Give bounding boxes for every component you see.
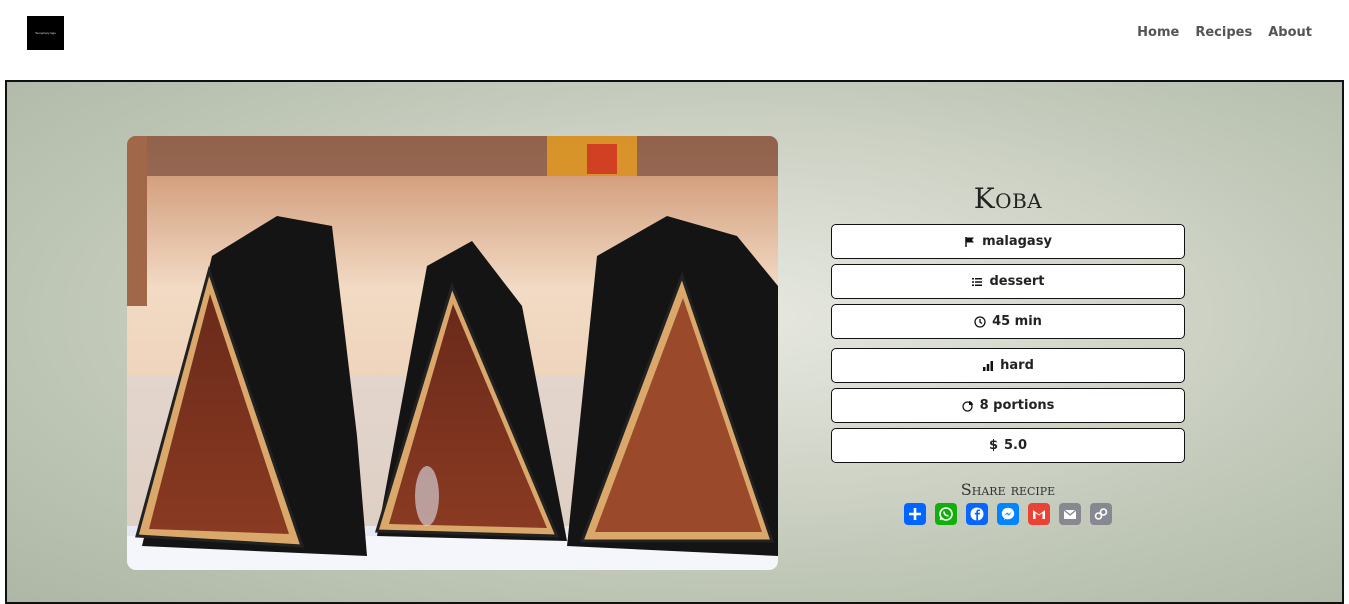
cuisine-pill: malagasy bbox=[831, 224, 1185, 259]
copy-link-icon bbox=[1094, 508, 1108, 520]
difficulty-pill: hard bbox=[831, 348, 1185, 383]
list-icon bbox=[972, 277, 983, 286]
nav-about-link[interactable]: About bbox=[1268, 24, 1312, 42]
pie-chart-icon bbox=[961, 400, 973, 412]
site-logo[interactable]: Temporary logo bbox=[27, 16, 64, 50]
messenger-share-button[interactable] bbox=[997, 503, 1019, 525]
gmail-share-button[interactable] bbox=[1028, 503, 1050, 525]
flag-icon bbox=[965, 236, 975, 247]
main-nav: Home Recipes About bbox=[1137, 24, 1312, 42]
category-pill: dessert bbox=[831, 264, 1185, 299]
share-title: Share recipe bbox=[960, 480, 1056, 499]
recipe-photo bbox=[127, 136, 778, 570]
dollar-icon: $ bbox=[988, 438, 998, 453]
email-share-button[interactable] bbox=[1059, 503, 1081, 525]
recipe-info: Koba malagasy dessert 45 min hard 8 port… bbox=[831, 182, 1185, 525]
nav-home-link[interactable]: Home bbox=[1137, 24, 1179, 42]
price-pill: $ 5.0 bbox=[831, 428, 1185, 463]
recipe-title: Koba bbox=[973, 182, 1043, 215]
price-value: 5.0 bbox=[1004, 438, 1028, 453]
facebook-icon bbox=[970, 507, 984, 521]
share-add-icon bbox=[909, 508, 921, 520]
category-value: dessert bbox=[989, 274, 1045, 289]
share-add-button[interactable] bbox=[904, 503, 926, 525]
cuisine-value: malagasy bbox=[982, 234, 1052, 249]
whatsapp-icon bbox=[939, 507, 953, 521]
gmail-icon bbox=[1033, 510, 1045, 519]
difficulty-value: hard bbox=[1000, 358, 1034, 373]
recipe-hero: Koba malagasy dessert 45 min hard 8 port… bbox=[5, 80, 1344, 604]
share-buttons bbox=[831, 503, 1185, 525]
time-value: 45 min bbox=[992, 314, 1042, 329]
portions-pill: 8 portions bbox=[831, 388, 1185, 423]
portions-value: 8 portions bbox=[979, 398, 1055, 413]
email-icon bbox=[1063, 509, 1077, 519]
bar-chart-icon bbox=[983, 360, 994, 371]
whatsapp-share-button[interactable] bbox=[935, 503, 957, 525]
top-navbar: Temporary logo Home Recipes About bbox=[0, 0, 1349, 80]
time-pill: 45 min bbox=[831, 304, 1185, 339]
facebook-share-button[interactable] bbox=[966, 503, 988, 525]
clock-icon bbox=[974, 315, 986, 328]
copy-link-share-button[interactable] bbox=[1090, 503, 1112, 525]
nav-recipes-link[interactable]: Recipes bbox=[1195, 24, 1252, 42]
messenger-icon bbox=[1001, 507, 1015, 520]
